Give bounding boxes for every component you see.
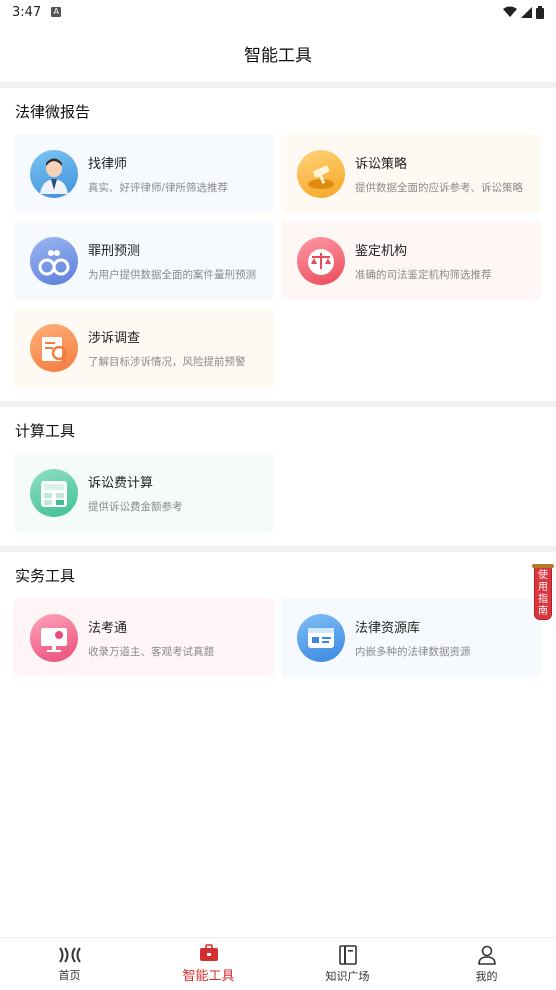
signal-icon [521,6,532,18]
section-calc-tools: 计算工具 诉讼费计算 提供诉讼费金额参考 [0,407,556,546]
handcuffs-icon [30,236,78,285]
card-desc: 真实、好评律师/律所筛选推荐 [88,181,229,194]
card-desc: 准确的司法鉴定机构筛选推荐 [355,268,492,281]
tab-label: 知识广场 [325,969,370,983]
card-legal-resources[interactable]: 法律资源库 内嵌多种的法律数据资源 [281,598,541,677]
card-title: 鉴定机构 [355,243,408,259]
document-search-icon [30,323,78,372]
briefcase-icon [199,944,218,961]
battery-icon [536,5,544,19]
section-title: 计算工具 [15,421,76,440]
tab-home[interactable]: 首页 [0,938,139,990]
card-title: 诉讼费计算 [88,475,154,491]
card-desc: 提供数据全面的应诉参考、诉讼策略 [355,181,523,194]
notification-icon: A [51,7,62,17]
card-law-exam[interactable]: 法考通 收录万道主、客观考试真题 [14,598,274,677]
user-icon [477,945,496,965]
card-sentence-prediction[interactable]: 罪刑预测 为用户提供数据全面的案件量刑预测 [14,221,274,300]
tab-profile[interactable]: 我的 [417,938,556,990]
section-practice-tools: 实务工具 法考通 收录万道主、客观考试真题 法律资源库 内嵌多种的法律数据资源 [0,552,556,691]
tab-label: 我的 [475,969,498,983]
scales-icon [297,236,345,285]
tab-smart-tools[interactable]: 智能工具 [139,938,278,990]
card-title: 法考通 [88,620,128,636]
card-desc: 内嵌多种的法律数据资源 [355,645,471,658]
card-title: 找律师 [88,156,128,172]
card-desc: 提供诉讼费金额参考 [88,500,183,513]
wifi-icon [503,6,517,17]
card-litigation-fee-calc[interactable]: 诉讼费计算 提供诉讼费金额参考 [14,453,274,532]
lawyer-avatar-icon [30,149,78,198]
card-title: 罪刑预测 [88,243,141,259]
tab-label: 智能工具 [182,969,235,984]
card-litigation-strategy[interactable]: 诉讼策略 提供数据全面的应诉参考、诉讼策略 [281,134,541,213]
card-desc: 了解目标涉诉情况，风险提前预警 [88,355,246,368]
card-desc: 为用户提供数据全面的案件量刑预测 [88,268,256,281]
book-icon [338,944,357,965]
card-title: 法律资源库 [355,620,421,636]
card-find-lawyer[interactable]: 找律师 真实、好评律师/律所筛选推荐 [14,134,274,213]
status-time: 3:47 [12,4,42,20]
card-appraisal-institution[interactable]: 鉴定机构 准确的司法鉴定机构筛选推荐 [281,221,541,300]
section-title: 法律微报告 [15,102,91,121]
section-title: 实务工具 [15,566,76,585]
tab-knowledge-plaza[interactable]: 知识广场 [278,938,417,990]
page-title: 智能工具 [244,45,312,66]
card-title: 诉讼策略 [355,156,408,172]
database-window-icon [297,613,345,662]
card-title: 涉诉调查 [88,330,141,346]
gavel-icon [297,149,345,198]
card-litigation-investigation[interactable]: 涉诉调查 了解目标涉诉情况，风险提前预警 [14,308,274,387]
tab-label: 首页 [58,968,81,982]
home-logo-icon [58,946,81,963]
status-bar: 3:47 A [0,0,556,24]
card-desc: 收录万道主、客观考试真题 [88,645,214,658]
bottom-tab-bar: 首页 智能工具 知识广场 我的 [0,937,556,990]
section-legal-reports: 法律微报告 找律师 真实、好评律师/律所筛选推荐 诉讼策略 提供数据全面的应诉参… [0,88,556,401]
exam-screen-icon [30,613,78,662]
calculator-icon [30,468,78,517]
usage-guide-button[interactable]: 使用指南 [532,564,554,620]
